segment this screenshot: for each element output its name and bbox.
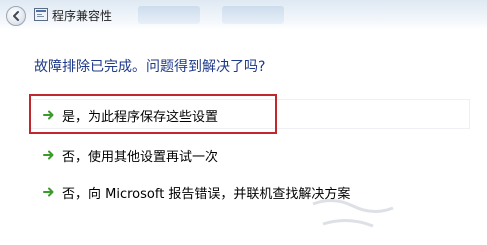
option-label: 否，向 Microsoft 报告错误，并联机查找解决方案 [62, 187, 351, 202]
option-try-other-settings[interactable]: 否，使用其他设置再试一次 [30, 139, 470, 169]
green-arrow-icon [43, 150, 54, 160]
title-bar: 程序兼容性 [0, 0, 487, 30]
option-report-error[interactable]: 否，向 Microsoft 报告错误，并联机查找解决方案 [30, 176, 470, 206]
title-bar-decoration [138, 6, 200, 24]
window-title: 程序兼容性 [52, 9, 113, 23]
back-button[interactable] [6, 6, 26, 26]
option-label: 否，使用其他设置再试一次 [62, 150, 219, 165]
compatibility-icon [34, 8, 48, 21]
green-arrow-icon [43, 187, 54, 197]
back-arrow-icon [13, 11, 19, 21]
troubleshoot-question: 故障排除已完成。问题得到解决了吗? [34, 59, 266, 75]
annotation-highlight-box [29, 94, 277, 134]
program-compatibility-window: 程序兼容性 故障排除已完成。问题得到解决了吗? 是，为此程序保存这些设置 否，使… [0, 0, 487, 245]
title-bar-decoration [222, 6, 284, 24]
